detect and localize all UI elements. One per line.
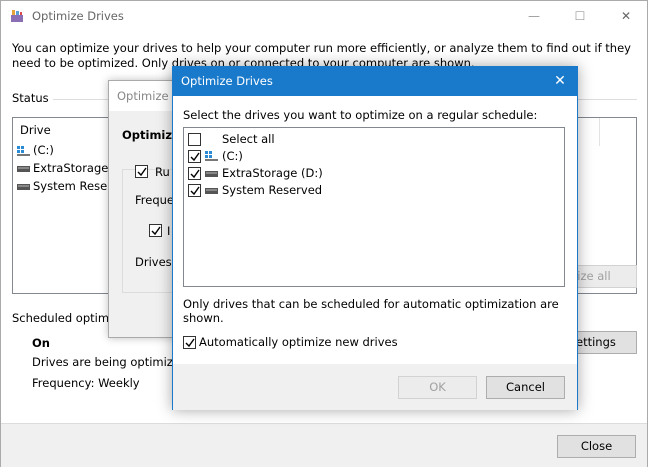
hard-drive-icon xyxy=(205,171,218,177)
select-all-checkbox[interactable] xyxy=(188,133,201,146)
run-on-schedule-label: Ru xyxy=(155,165,170,179)
drive-checkbox[interactable] xyxy=(188,150,201,163)
auto-optimize-label: Automatically optimize new drives xyxy=(199,335,398,349)
schedule-status: On xyxy=(32,336,50,350)
main-footer: Close xyxy=(1,423,647,467)
checkmark-icon xyxy=(151,226,161,236)
dialog-prompt: Select the drives you want to optimize o… xyxy=(183,108,538,122)
hard-drive-icon xyxy=(17,165,30,172)
drives-label: Drives xyxy=(135,255,172,269)
hard-drive-icon xyxy=(205,188,218,194)
main-titlebar[interactable]: Optimize Drives — ☐ ✕ xyxy=(1,1,647,31)
checkmark-icon xyxy=(190,186,200,196)
hard-drive-icon xyxy=(17,183,30,190)
run-on-schedule-checkbox[interactable] xyxy=(135,165,148,178)
main-window-title: Optimize Drives xyxy=(32,9,124,23)
drive-label: System Reserved xyxy=(222,183,323,197)
windows-drive-icon xyxy=(205,151,218,161)
dialog-titlebar[interactable]: Optimize Drives ✕ xyxy=(173,67,577,96)
dialog-info-text: Only drives that can be scheduled for au… xyxy=(183,297,559,325)
dialog-close-button[interactable]: ✕ xyxy=(543,67,577,96)
windows-drive-icon xyxy=(17,145,30,156)
notify-label: I xyxy=(167,224,171,238)
drive-checkbox[interactable] xyxy=(188,167,201,180)
status-label: Status xyxy=(12,91,49,105)
checkmark-icon xyxy=(190,169,200,179)
close-button[interactable]: Close xyxy=(557,435,636,458)
drive-label: ExtraStorage (D:) xyxy=(222,166,323,180)
auto-optimize-checkbox[interactable] xyxy=(183,336,196,349)
drive-selection-list[interactable]: Select all (C:) ExtraStorage (D:) System… xyxy=(183,127,565,287)
close-window-button[interactable]: ✕ xyxy=(603,1,648,31)
drive-column-header[interactable]: Drive xyxy=(20,123,51,137)
cancel-button[interactable]: Cancel xyxy=(486,376,565,399)
dialog-title: Optimize Drives xyxy=(181,74,273,88)
column-separator xyxy=(599,118,600,146)
ok-button[interactable]: OK xyxy=(398,376,477,399)
optimize-drives-app-icon xyxy=(11,10,23,22)
maximize-button[interactable]: ☐ xyxy=(557,1,603,31)
drive-checkbox[interactable] xyxy=(188,184,201,197)
checkmark-icon xyxy=(185,338,195,348)
minimize-button[interactable]: — xyxy=(511,1,557,31)
select-drives-dialog: Optimize Drives ✕ Select the drives you … xyxy=(172,66,578,410)
select-all-label: Select all xyxy=(222,132,275,146)
checkmark-icon xyxy=(137,167,147,177)
schedule-frequency: Frequency: Weekly xyxy=(32,376,140,390)
checkmark-icon xyxy=(190,152,200,162)
drive-label: (C:) xyxy=(33,143,54,157)
notify-checkbox[interactable] xyxy=(149,224,162,237)
dialog-footer: OK Cancel xyxy=(173,364,577,410)
list-item[interactable]: (C:) xyxy=(17,142,54,159)
drive-label: (C:) xyxy=(222,149,243,163)
